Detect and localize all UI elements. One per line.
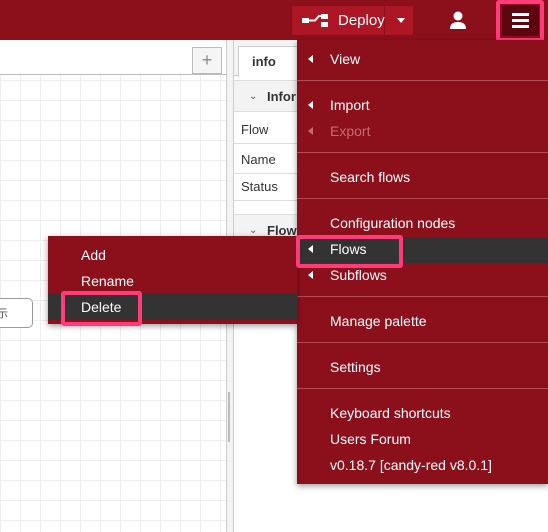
menu-item-label: Settings — [330, 359, 381, 375]
submenu-item-add[interactable]: Add — [48, 242, 297, 268]
menu-divider — [297, 388, 548, 389]
deploy-caret-icon[interactable] — [397, 18, 405, 23]
menu-item-label: Search flows — [330, 169, 411, 185]
menu-divider — [297, 342, 548, 343]
menu-item-label: Export — [330, 123, 371, 139]
menu-item-users-forum[interactable]: Users Forum — [297, 427, 548, 453]
submenu-item-rename[interactable]: Rename — [48, 268, 297, 294]
version-label: v0.18.7 [candy-red v8.0.1] — [330, 457, 492, 473]
menu-divider — [297, 80, 548, 81]
menu-divider — [297, 198, 548, 199]
menu-item-search-flows[interactable]: Search flows — [297, 165, 548, 191]
node-label: 示 — [0, 308, 8, 320]
submenu-arrow-icon — [308, 127, 313, 135]
submenu-arrow-icon — [308, 101, 313, 109]
submenu-arrow-icon — [308, 245, 313, 253]
splitter-grip[interactable] — [228, 392, 230, 442]
user-button[interactable] — [440, 4, 476, 36]
add-flow-tab-button[interactable]: + — [192, 47, 222, 74]
flows-submenu: Add Rename Delete — [48, 236, 297, 324]
menu-item-view[interactable]: View — [297, 47, 548, 73]
menu-item-export: Export — [297, 119, 548, 145]
chevron-down-icon: ⌄ — [249, 91, 258, 102]
menu-item-version: v0.18.7 [candy-red v8.0.1] — [297, 453, 548, 479]
deploy-label: Deploy — [338, 12, 385, 29]
submenu-item-label: Rename — [81, 273, 134, 289]
submenu-item-delete[interactable]: Delete — [48, 294, 297, 320]
menu-item-label: Configuration nodes — [330, 215, 456, 231]
hamburger-menu-button[interactable] — [502, 5, 539, 36]
menu-item-label: Subflows — [330, 267, 387, 283]
menu-item-subflows[interactable]: Subflows — [297, 263, 548, 289]
user-icon — [450, 11, 466, 29]
deploy-icon — [302, 14, 328, 27]
submenu-arrow-icon — [308, 55, 313, 63]
menu-item-label: Manage palette — [330, 313, 427, 329]
menu-divider — [297, 296, 548, 297]
main-menu: View Import Export Search flows Configur… — [297, 40, 548, 484]
menu-item-flows[interactable]: Flows — [297, 237, 548, 263]
hamburger-menu-icon — [512, 13, 529, 16]
menu-item-label: Import — [330, 97, 370, 113]
menu-item-keyboard-shortcuts[interactable]: Keyboard shortcuts — [297, 401, 548, 427]
chevron-down-icon: ⌄ — [249, 225, 258, 236]
submenu-item-label: Delete — [81, 299, 122, 315]
menu-item-label: View — [330, 51, 361, 67]
menu-item-label: Flows — [330, 241, 367, 257]
menu-item-label: Users Forum — [330, 431, 411, 447]
menu-divider — [297, 152, 548, 153]
menu-item-manage-palette[interactable]: Manage palette — [297, 309, 548, 335]
flow-node[interactable]: 示 — [0, 298, 33, 328]
info-section-title: Infor — [267, 89, 296, 104]
menu-item-import[interactable]: Import — [297, 93, 548, 119]
menu-item-label: Keyboard shortcuts — [330, 405, 451, 421]
submenu-item-label: Add — [81, 247, 106, 263]
tab-info[interactable]: info — [238, 46, 300, 77]
submenu-arrow-icon — [308, 271, 313, 279]
menu-item-configuration-nodes[interactable]: Configuration nodes — [297, 211, 548, 237]
deploy-button[interactable]: Deploy — [292, 6, 413, 35]
menu-item-settings[interactable]: Settings — [297, 355, 548, 381]
deploy-divider — [384, 6, 385, 35]
